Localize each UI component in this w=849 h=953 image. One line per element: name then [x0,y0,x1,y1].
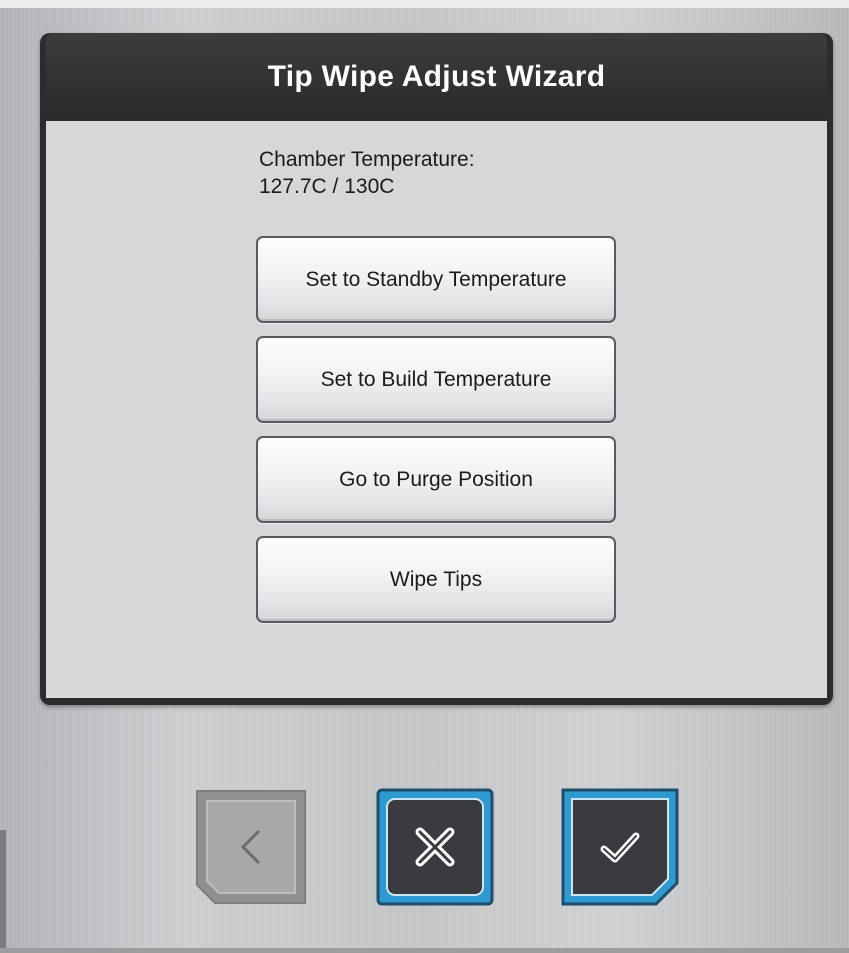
top-edge [0,0,849,8]
back-button[interactable] [191,787,311,907]
set-build-temperature-button[interactable]: Set to Build Temperature [256,336,616,423]
dialog-title: Tip Wipe Adjust Wizard [46,33,827,121]
cancel-button-shape [376,788,494,906]
set-standby-temperature-button[interactable]: Set to Standby Temperature [256,236,616,323]
confirm-button[interactable] [560,787,680,907]
wizard-dialog: Tip Wipe Adjust Wizard Chamber Temperatu… [40,33,833,705]
left-edge [0,830,6,953]
back-button-shape [196,790,306,904]
chamber-temperature-value: 127.7C / 130C [259,175,395,198]
chamber-temperature-label: Chamber Temperature: [259,148,475,171]
cancel-button[interactable] [375,787,495,907]
bottom-edge [0,948,849,953]
dialog-body: Chamber Temperature: 127.7C / 130C Set t… [46,121,827,698]
confirm-button-shape [561,788,679,906]
wipe-tips-button[interactable]: Wipe Tips [256,536,616,623]
go-to-purge-position-button[interactable]: Go to Purge Position [256,436,616,523]
